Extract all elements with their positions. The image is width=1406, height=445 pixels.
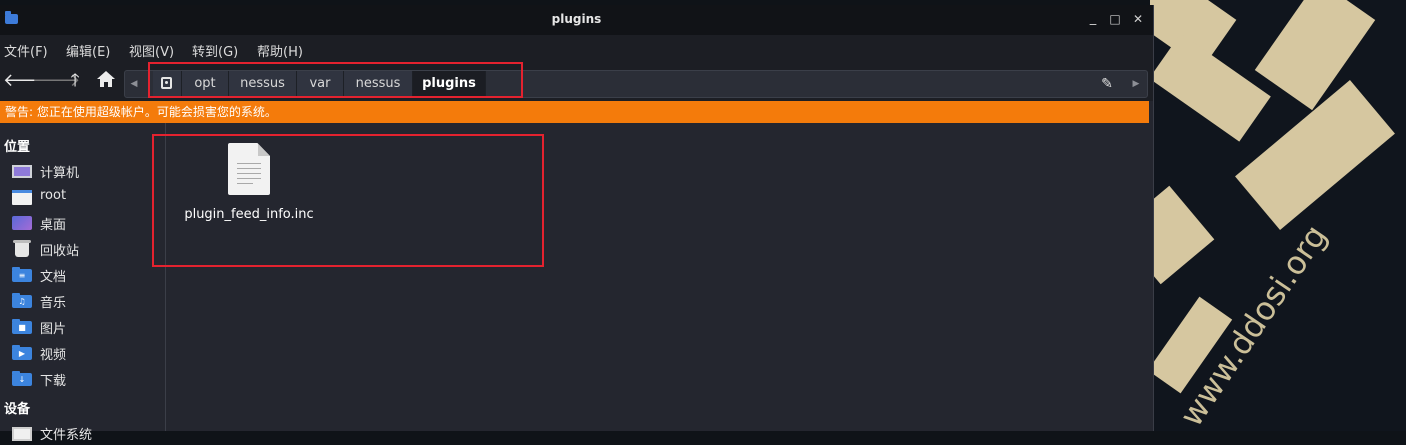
- pencil-icon[interactable]: ✎: [1097, 71, 1117, 97]
- sidebar-item-videos[interactable]: ▶ 视频: [0, 341, 165, 365]
- window-title: plugins: [551, 12, 602, 26]
- annotation-box-file: [152, 134, 544, 267]
- arrow-right-icon[interactable]: 🡒: [32, 70, 80, 92]
- title-bar[interactable]: plugins _ □ ✕: [0, 5, 1153, 35]
- maximize-button[interactable]: □: [1107, 11, 1123, 27]
- arrow-left-icon[interactable]: 🡐: [3, 70, 51, 92]
- sidebar-item-label: 计算机: [40, 166, 80, 181]
- sidebar-item-label: 文档: [40, 270, 67, 285]
- menu-bar: 文件(F) 编辑(E) 视图(V) 转到(G) 帮助(H): [0, 35, 1153, 63]
- downloads-folder-icon: ↓: [12, 371, 32, 386]
- sidebar-item-documents[interactable]: ≡ 文档: [0, 263, 165, 287]
- menu-help[interactable]: 帮助(H): [257, 41, 303, 60]
- home-icon[interactable]: [95, 70, 117, 92]
- minimize-button[interactable]: _: [1085, 11, 1101, 27]
- superuser-warning: 警告: 您正在使用超级帐户。可能会损害您的系统。: [0, 101, 1149, 123]
- menu-edit[interactable]: 编辑(E): [66, 41, 110, 60]
- sidebar-item-desktop[interactable]: 桌面: [0, 211, 165, 235]
- pictures-folder-icon: ■: [12, 319, 32, 334]
- sidebar-item-label: 桌面: [40, 218, 67, 233]
- scroll-right-icon[interactable]: ▶: [1127, 71, 1145, 97]
- annotation-box-path: [148, 62, 523, 98]
- documents-folder-icon: ≡: [12, 267, 32, 282]
- sidebar-item-music[interactable]: ♫ 音乐: [0, 289, 165, 313]
- sidebar-item-label: 下载: [40, 374, 67, 389]
- sidebar-item-label: 回收站: [40, 244, 80, 259]
- close-button[interactable]: ✕: [1130, 11, 1146, 27]
- sidebar-item-label: 视频: [40, 348, 67, 363]
- menu-view[interactable]: 视图(V): [129, 41, 174, 60]
- places-heading: 位置: [4, 140, 31, 155]
- menu-file[interactable]: 文件(F): [4, 41, 48, 60]
- computer-icon: [12, 165, 32, 178]
- sidebar-item-label: root: [40, 188, 67, 203]
- sidebar-item-trash[interactable]: 回收站: [0, 237, 165, 261]
- scroll-left-icon[interactable]: ◀: [125, 71, 143, 97]
- trash-icon: [13, 240, 31, 257]
- devices-heading: 设备: [4, 402, 31, 417]
- menu-go[interactable]: 转到(G): [192, 41, 238, 60]
- videos-folder-icon: ▶: [12, 345, 32, 360]
- music-folder-icon: ♫: [12, 293, 32, 308]
- drive-icon: [12, 427, 32, 441]
- sidebar: 位置 计算机 root 桌面 回收站 ≡ 文档 ♫ 音乐 ■ 图片 ▶ 视频 ↓…: [0, 123, 166, 443]
- sidebar-item-label: 图片: [40, 322, 67, 337]
- desktop-icon: [12, 216, 32, 230]
- sidebar-item-pictures[interactable]: ■ 图片: [0, 315, 165, 339]
- home-folder-icon: [12, 190, 32, 205]
- desktop-wallpaper: [1150, 0, 1406, 431]
- sidebar-item-label: 文件系统: [40, 428, 93, 443]
- sidebar-item-filesystem[interactable]: 文件系统: [0, 421, 165, 445]
- arrow-up-icon[interactable]: 🡑: [64, 70, 86, 92]
- sidebar-item-computer[interactable]: 计算机: [0, 159, 165, 183]
- sidebar-item-downloads[interactable]: ↓ 下载: [0, 367, 165, 391]
- sidebar-item-root[interactable]: root: [0, 185, 165, 209]
- sidebar-item-label: 音乐: [40, 296, 67, 311]
